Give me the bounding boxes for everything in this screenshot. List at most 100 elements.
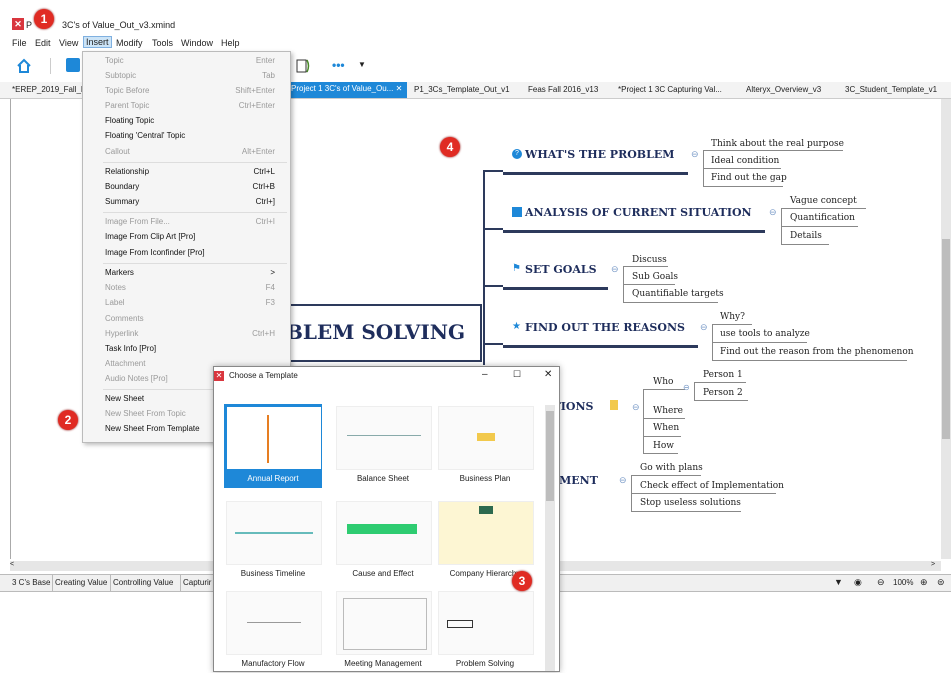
scroll-left-icon[interactable]: < bbox=[10, 561, 14, 568]
filter-icon[interactable]: ▼ bbox=[834, 577, 843, 587]
subtopic-where[interactable]: Where bbox=[653, 406, 683, 416]
menu-insert[interactable]: Insert bbox=[83, 36, 112, 48]
menu-item-markers[interactable]: Markers > bbox=[105, 268, 283, 277]
subtopic[interactable]: Details bbox=[790, 231, 822, 241]
collapse-icon[interactable]: ⊖ bbox=[691, 149, 699, 160]
menu-item-boundary[interactable]: Boundary Ctrl+B bbox=[105, 182, 283, 191]
template-card-business-timeline[interactable]: Business Timeline bbox=[224, 499, 322, 583]
template-card-annual-report[interactable]: Annual Report bbox=[224, 404, 322, 488]
subtopic[interactable]: Quantification bbox=[790, 213, 855, 223]
vertical-scrollbar[interactable] bbox=[941, 99, 951, 559]
tab-active-project1[interactable]: Project 1 3C's of Value_Ou... ✕ bbox=[286, 82, 408, 98]
home-icon[interactable] bbox=[16, 58, 32, 74]
thumb-shape bbox=[347, 435, 421, 436]
menu-item-task-info[interactable]: Task Info [Pro] bbox=[105, 344, 283, 353]
subtopic[interactable]: Sub Goals bbox=[632, 272, 678, 282]
tab-3c-student[interactable]: 3C_Student_Template_v1 bbox=[845, 85, 937, 94]
template-card-business-plan[interactable]: Business Plan bbox=[436, 404, 534, 488]
menu-item-summary[interactable]: Summary Ctrl+] bbox=[105, 197, 283, 206]
subtopic[interactable]: Ideal condition bbox=[711, 156, 779, 166]
chevron-down-icon[interactable]: ▼ bbox=[358, 60, 366, 69]
maximize-icon[interactable]: ☐ bbox=[513, 369, 521, 380]
branch-whats-the-problem[interactable]: ? WHAT'S THE PROBLEM bbox=[503, 148, 688, 175]
tab-p1-template[interactable]: P1_3Cs_Template_Out_v1 bbox=[414, 85, 510, 94]
eye-icon[interactable]: ◉ bbox=[854, 577, 862, 588]
menu-separator bbox=[103, 212, 287, 213]
central-topic[interactable]: BLEM SOLVING bbox=[258, 304, 482, 362]
branch-find-reasons[interactable]: ★ FIND OUT THE REASONS bbox=[503, 321, 698, 348]
menu-item-image-iconfinder[interactable]: Image From Iconfinder [Pro] bbox=[105, 248, 283, 257]
subtopic-when[interactable]: When bbox=[653, 423, 679, 433]
tab-erep[interactable]: *EREP_2019_Fall_P bbox=[12, 85, 86, 94]
branch-analysis[interactable]: ANALYSIS OF CURRENT SITUATION bbox=[503, 206, 765, 233]
subtopic-person-2[interactable]: Person 2 bbox=[703, 388, 743, 398]
tab-alteryx[interactable]: Alteryx_Overview_v3 bbox=[746, 85, 821, 94]
collapse-icon[interactable]: ⊖ bbox=[769, 207, 777, 218]
template-card-meeting-management[interactable]: Meeting Management bbox=[334, 589, 432, 673]
subtopic[interactable]: Find out the reason from the phenomenon bbox=[720, 347, 914, 357]
menu-item-relationship[interactable]: Relationship Ctrl+L bbox=[105, 167, 283, 176]
thumb-shape bbox=[447, 620, 473, 628]
template-card-cause-and-effect[interactable]: Cause and Effect bbox=[334, 499, 432, 583]
menu-item-image-clip-art[interactable]: Image From Clip Art [Pro] bbox=[105, 232, 283, 241]
subtopic[interactable]: Vague concept bbox=[790, 196, 857, 206]
menu-item-shortcut: Tab bbox=[262, 71, 275, 80]
tab-feas[interactable]: Feas Fall 2016_v13 bbox=[528, 85, 598, 94]
subtopic[interactable]: Discuss bbox=[632, 255, 667, 265]
close-icon[interactable]: ✕ bbox=[396, 84, 403, 93]
subtopic-how[interactable]: How bbox=[653, 441, 674, 451]
branch-set-goals[interactable]: ⚑ SET GOALS bbox=[503, 263, 608, 290]
sheet-tab[interactable]: Controlling Value bbox=[113, 578, 173, 587]
menu-help[interactable]: Help bbox=[221, 38, 240, 48]
submenu-arrow-icon: > bbox=[270, 268, 275, 277]
template-card-problem-solving[interactable]: Problem Solving bbox=[436, 589, 534, 673]
menu-edit[interactable]: Edit bbox=[35, 38, 51, 48]
scroll-right-icon[interactable]: > bbox=[931, 561, 935, 568]
menu-file[interactable]: File bbox=[12, 38, 27, 48]
tab-project1-capturing[interactable]: *Project 1 3C Capturing Val... bbox=[618, 85, 722, 94]
subtopic[interactable]: Stop useless solutions bbox=[640, 498, 741, 508]
zoom-menu-icon[interactable]: ⊜ bbox=[937, 577, 945, 588]
zoom-in-icon[interactable]: ⊕ bbox=[920, 577, 928, 588]
connector bbox=[712, 360, 907, 361]
sheet-tab[interactable]: Capturir bbox=[183, 578, 211, 587]
subtopic[interactable]: Why? bbox=[720, 312, 745, 322]
annotation-badge-4: 4 bbox=[440, 137, 460, 157]
collapse-icon[interactable]: ⊖ bbox=[700, 322, 708, 333]
collapse-icon[interactable]: ⊖ bbox=[611, 264, 619, 275]
subtopic[interactable]: Go with plans bbox=[640, 463, 703, 473]
menu-item-label: Comments bbox=[105, 314, 144, 323]
sheet-tab[interactable]: Creating Value bbox=[55, 578, 107, 587]
scrollbar-thumb[interactable] bbox=[546, 411, 554, 501]
subtopic[interactable]: Check effect of Implementation bbox=[640, 481, 784, 491]
subtopic[interactable]: Quantifiable targets bbox=[632, 289, 724, 299]
subtopic-person-1[interactable]: Person 1 bbox=[703, 370, 743, 380]
collapse-icon[interactable]: ⊖ bbox=[619, 475, 627, 486]
save-icon[interactable] bbox=[66, 58, 80, 72]
template-label: Problem Solving bbox=[455, 659, 515, 668]
subtopic[interactable]: Think about the real purpose bbox=[711, 139, 844, 149]
menu-modify[interactable]: Modify bbox=[116, 38, 143, 48]
menu-tools[interactable]: Tools bbox=[152, 38, 173, 48]
summary-icon[interactable] bbox=[296, 58, 310, 74]
menu-window[interactable]: Window bbox=[181, 38, 213, 48]
sheet-tab[interactable]: 3 C's Base bbox=[12, 578, 50, 587]
close-icon[interactable]: ✕ bbox=[544, 369, 552, 380]
zoom-out-icon[interactable]: ⊖ bbox=[877, 577, 885, 588]
menu-view[interactable]: View bbox=[59, 38, 78, 48]
subtopic[interactable]: Find out the gap bbox=[711, 173, 787, 183]
collapse-icon[interactable]: ⊖ bbox=[683, 383, 690, 392]
connector bbox=[483, 170, 503, 172]
menu-item-floating-topic[interactable]: Floating Topic bbox=[105, 116, 283, 125]
template-card-manufactory-flow[interactable]: Manufactory Flow bbox=[224, 589, 322, 673]
minimize-icon[interactable]: – bbox=[482, 369, 488, 380]
dialog-scrollbar[interactable] bbox=[545, 405, 555, 671]
collapse-icon[interactable]: ⊖ bbox=[632, 402, 640, 413]
scrollbar-thumb[interactable] bbox=[942, 239, 950, 439]
subtopic[interactable]: use tools to analyze bbox=[720, 329, 810, 339]
subtopic-who[interactable]: Who bbox=[653, 377, 673, 387]
menu-item-floating-central-topic[interactable]: Floating 'Central' Topic bbox=[105, 131, 283, 140]
template-card-balance-sheet[interactable]: Balance Sheet bbox=[334, 404, 432, 488]
thumb-shape bbox=[477, 433, 495, 441]
more-icon[interactable]: ••• bbox=[332, 58, 345, 72]
